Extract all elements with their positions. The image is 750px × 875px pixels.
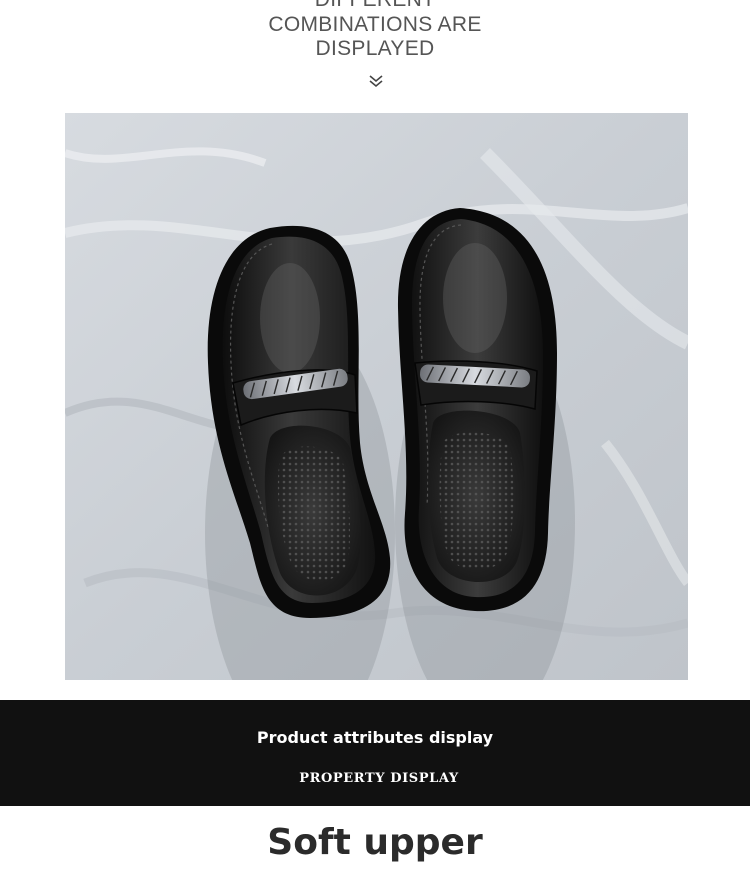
header-line-3: DISPLAYED [315,37,435,60]
header-line-1: DIFFERENT [0,0,750,13]
banner-subtitle: PROPERTY DISPLAY [299,771,459,786]
header-caption: DIFFERENT COMBINATIONS ARE DISPLAYED [0,0,750,62]
section-title: Soft upper [267,822,483,863]
double-chevron-down-icon [369,75,383,88]
banner-title: Product attributes display [256,728,494,747]
product-photo [65,113,688,680]
header-line-2: COMBINATIONS ARE [268,12,482,36]
attributes-banner [0,700,750,806]
